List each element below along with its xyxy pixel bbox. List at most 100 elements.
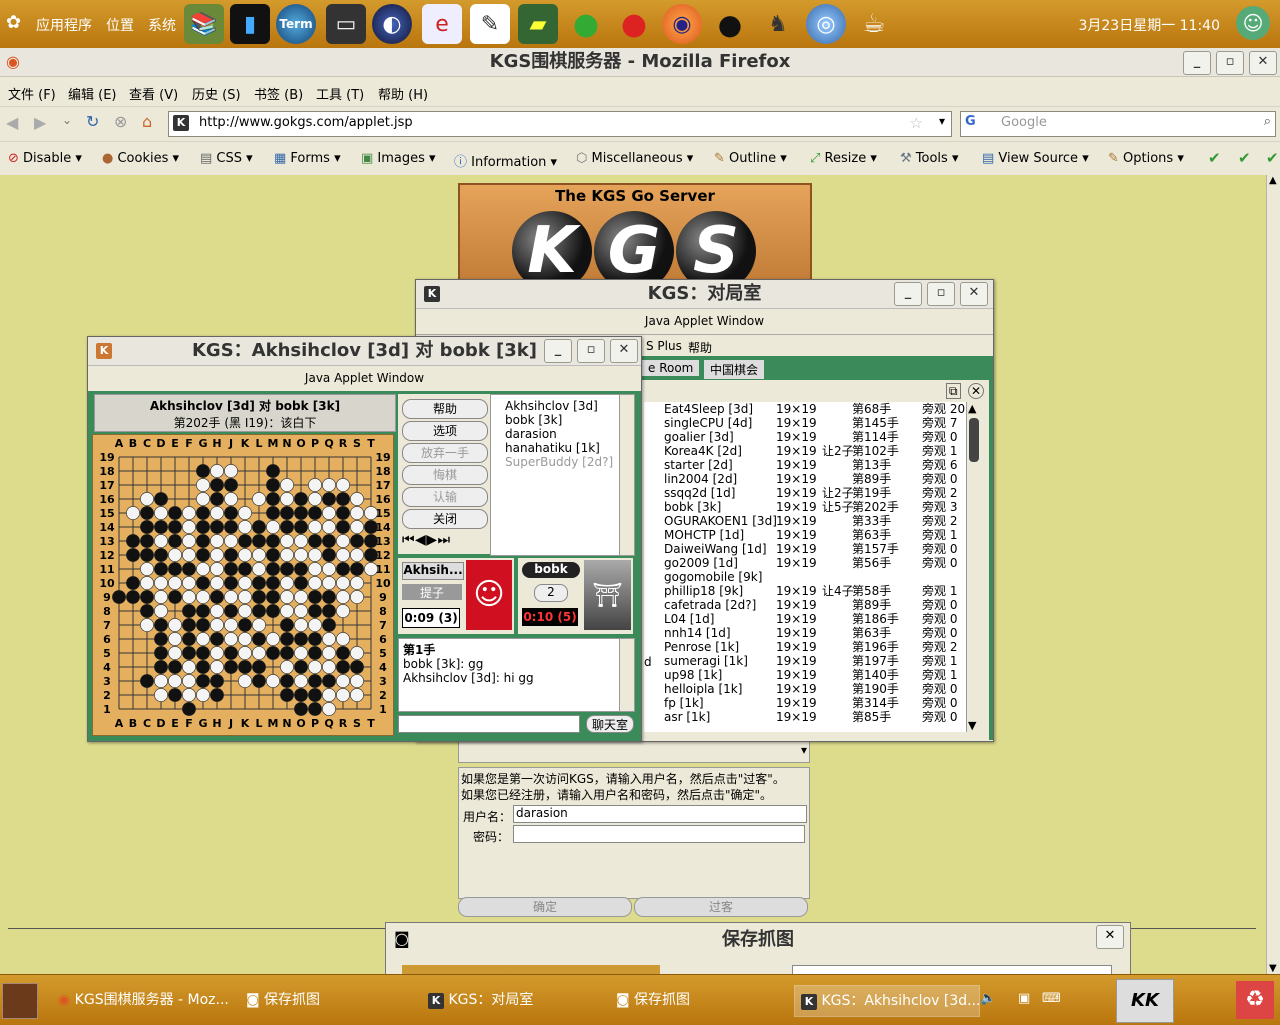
chat-input[interactable] xyxy=(398,715,580,733)
game-row[interactable]: goalier [3d] 19×19 第114手 旁观 0 xyxy=(644,430,966,444)
console-icon[interactable]: ▭ xyxy=(326,4,366,44)
game-row[interactable]: phillip18 [9k] 19×19 让4子 第58手 旁观 1 xyxy=(644,584,966,598)
go-board[interactable]: A A B B C C D D E E F F G G H H J J K K L L M M N N O O P P Q Q R R S S T T 19… xyxy=(92,434,394,736)
game-row[interactable]: Eat4Sleep [3d] 19×19 第68手 旁观 20 xyxy=(644,402,966,416)
user-icon[interactable]: ☺ xyxy=(1236,6,1270,40)
close-button[interactable]: ✕ xyxy=(1249,51,1277,75)
qq-icon[interactable]: ● xyxy=(710,4,750,44)
pass-button[interactable]: 放弃一手 xyxy=(402,443,488,463)
firefox-titlebar[interactable]: ◉ KGS围棋服务器 - Mozilla Firefox _ ▫ ✕ xyxy=(0,48,1280,77)
game-row[interactable]: gogomobile [9k] xyxy=(644,570,966,584)
terminal-icon[interactable]: Term xyxy=(276,4,316,44)
game-row[interactable]: go2009 [1d] 19×19 第56手 旁观 0 xyxy=(644,556,966,570)
room-maximize-button[interactable]: ▫ xyxy=(927,282,955,306)
stop-icon[interactable]: ⊗ xyxy=(114,112,127,131)
room-menu-plus[interactable]: S Plus xyxy=(646,339,682,353)
notepad-icon[interactable]: ✎ xyxy=(470,4,510,44)
dev-disable[interactable]: ⊘ Disable ▾ xyxy=(8,151,82,166)
dev-images[interactable]: ▣ Images ▾ xyxy=(361,151,436,166)
save-dialog-close-button[interactable]: ✕ xyxy=(1096,925,1124,949)
firefox-icon[interactable]: ◉ xyxy=(662,4,702,44)
game-row[interactable]: nnh14 [1d] 19×19 第63手 旁观 0 xyxy=(644,626,966,640)
tab-room[interactable]: e Room xyxy=(642,360,700,376)
forward-icon[interactable]: ▶ xyxy=(34,113,46,132)
check-icon[interactable]: ✔ xyxy=(1208,149,1221,167)
coffee-icon[interactable]: ☕ xyxy=(854,4,894,44)
chat-scrollbar[interactable] xyxy=(619,639,634,711)
dev-resize[interactable]: ⤢ Resize ▾ xyxy=(810,151,877,166)
games-scroll-down-icon[interactable]: ▼ xyxy=(968,719,976,732)
applet-dropdown-icon[interactable]: ▾ xyxy=(801,743,807,757)
dev-view-source[interactable]: ▤ View Source ▾ xyxy=(982,151,1089,166)
history-dropdown-icon[interactable]: ⌄ xyxy=(62,113,72,127)
menu-places[interactable]: 位置 xyxy=(106,15,134,35)
ok-button[interactable]: 确定 xyxy=(458,897,632,917)
volume-icon[interactable]: 🔈 xyxy=(980,991,996,1006)
eclipse-icon[interactable]: ◐ xyxy=(372,4,412,44)
task-firefox[interactable]: ◉ KGS围棋服务器 - Moz... xyxy=(52,985,238,1015)
white-player-name[interactable]: bobk xyxy=(522,562,580,578)
game-row[interactable]: up98 [1k] 19×19 第140手 旁观 1 xyxy=(644,668,966,682)
network-icon[interactable]: ▣ xyxy=(1018,991,1030,1006)
apple-green-icon[interactable]: ● xyxy=(566,4,606,44)
room-close-button[interactable]: ✕ xyxy=(960,282,988,306)
game-close-button[interactable]: ✕ xyxy=(610,339,638,363)
menu-view[interactable]: 查看 (V) xyxy=(129,84,178,103)
player-item[interactable]: hanahatiku [1k] xyxy=(505,441,600,455)
back-icon[interactable]: ◀ xyxy=(6,113,18,132)
black-player-name[interactable]: Akhsih... xyxy=(402,562,464,580)
game-row[interactable]: Penrose [1k] 19×19 第196手 旁观 2 xyxy=(644,640,966,654)
keyboard-icon[interactable]: ⌨ xyxy=(1042,991,1061,1006)
ie-icon[interactable]: e xyxy=(422,4,462,44)
game-row[interactable]: bobk [3k] 19×19 让5子 第202手 旁观 3 xyxy=(644,500,966,514)
monitor-icon[interactable]: ▮ xyxy=(230,4,270,44)
books-icon[interactable]: 📚 xyxy=(184,4,224,44)
nav-buttons[interactable]: ⏮ ◀ ▶ ⏭ xyxy=(402,532,450,548)
game-row[interactable]: singleCPU [4d] 19×19 第145手 旁观 7 xyxy=(644,416,966,430)
dev-outline[interactable]: ✎ Outline ▾ xyxy=(714,151,787,166)
dev-options[interactable]: ✎ Options ▾ xyxy=(1108,151,1184,166)
menu-file[interactable]: 文件 (F) xyxy=(8,84,56,103)
games-close-icon[interactable]: ✕ xyxy=(968,383,985,399)
game-row[interactable]: ssqq2d [1d] 19×19 让2子 第19手 旁观 2 xyxy=(644,486,966,500)
room-titlebar[interactable]: K KGS：对局室 _ ▫ ✕ xyxy=(416,280,993,309)
menu-help[interactable]: 帮助 (H) xyxy=(378,84,428,103)
bookmark-star-icon[interactable]: ☆ xyxy=(910,114,923,132)
dev-information[interactable]: ⓘ Information ▾ xyxy=(454,151,557,170)
game-row[interactable]: DaiweiWang [1d] 19×19 第157手 旁观 0 xyxy=(644,542,966,556)
player-item[interactable]: bobk [3k] xyxy=(505,413,562,427)
home-icon[interactable]: ⌂ xyxy=(142,112,152,131)
game-row[interactable]: helloipla [1k] 19×19 第190手 旁观 0 xyxy=(644,682,966,696)
games-scroll-thumb[interactable] xyxy=(969,418,979,462)
game-row[interactable]: fp [1k] 19×19 第314手 旁观 0 xyxy=(644,696,966,710)
valid-css-icon[interactable]: ✔ xyxy=(1238,149,1251,167)
minimize-button[interactable]: _ xyxy=(1183,51,1211,75)
resign-button[interactable]: 认输 xyxy=(402,487,488,507)
maximize-button[interactable]: ▫ xyxy=(1216,51,1244,75)
menu-history[interactable]: 历史 (S) xyxy=(192,84,241,103)
show-desktop-icon[interactable] xyxy=(2,983,38,1019)
dev-misc[interactable]: ⬡ Miscellaneous ▾ xyxy=(576,151,693,166)
menu-system[interactable]: 系统 xyxy=(148,15,176,35)
dev-tools[interactable]: ⚒ Tools ▾ xyxy=(900,151,959,166)
search-bar[interactable]: G Google ⌕ xyxy=(960,111,1276,137)
page-scrollbar[interactable]: ▲ ▼ xyxy=(1266,175,1280,974)
player-item[interactable]: SuperBuddy [2d?] xyxy=(505,455,613,469)
dev-cookies[interactable]: ● Cookies ▾ xyxy=(102,151,179,166)
menu-edit[interactable]: 编辑 (E) xyxy=(68,84,117,103)
game-row[interactable]: OGURAKOEN1 [3d] 19×19 第33手 旁观 2 xyxy=(644,514,966,528)
username-field[interactable]: darasion xyxy=(513,805,807,823)
apple-red-icon[interactable]: ● xyxy=(614,4,654,44)
task-game[interactable]: K KGS：Akhsihclov [3d... xyxy=(794,985,980,1017)
players-scrollbar[interactable] xyxy=(619,395,634,555)
game-row[interactable]: Korea4K [2d] 19×19 让2子 第102手 旁观 1 xyxy=(644,444,966,458)
earth-icon[interactable]: ◎ xyxy=(806,4,846,44)
tab-chinese-club[interactable]: 中国棋会 xyxy=(704,360,765,379)
scroll-up-icon[interactable]: ▲ xyxy=(1269,175,1277,186)
password-field[interactable] xyxy=(513,825,805,843)
game-maximize-button[interactable]: ▫ xyxy=(577,339,605,363)
book-icon[interactable]: ▰ xyxy=(518,4,558,44)
workspace-switcher[interactable]: KK xyxy=(1116,979,1174,1023)
room-menu-help[interactable]: 帮助 xyxy=(688,339,712,356)
game-row[interactable]: lin2004 [2d] 19×19 第89手 旁观 0 xyxy=(644,472,966,486)
